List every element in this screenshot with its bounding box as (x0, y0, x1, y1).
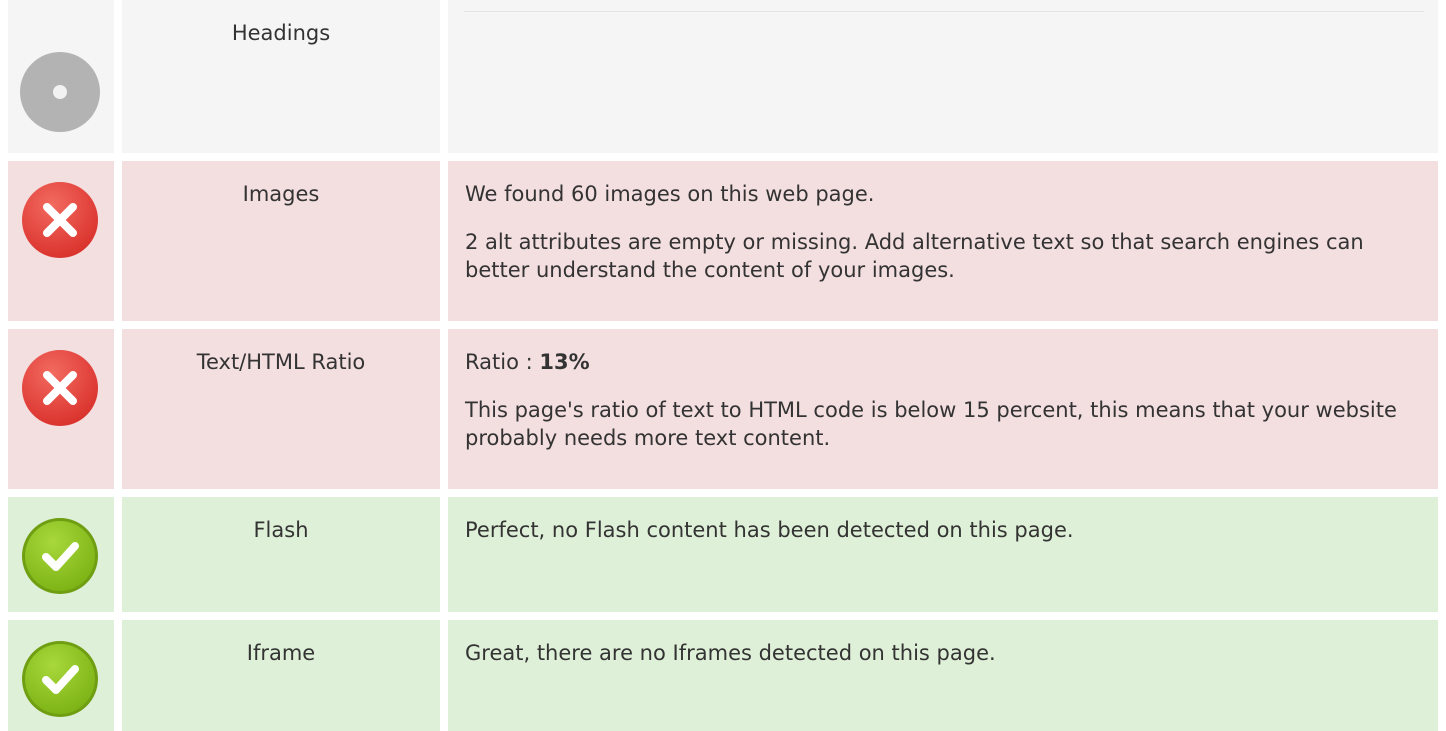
report-row-images: Images We found 60 images on this web pa… (0, 161, 1446, 321)
report-row-flash: Flash Perfect, no Flash content has been… (0, 497, 1446, 612)
flash-result-text: Perfect, no Flash content has been detec… (465, 518, 1074, 542)
success-check-icon (20, 516, 100, 596)
ratio-line: Ratio : 13% (465, 348, 1408, 376)
check-description-cell: Ratio : 13% This page's ratio of text to… (448, 329, 1438, 489)
report-row-headings: Headings (0, 0, 1446, 153)
status-cell (8, 329, 114, 489)
check-name-cell: Iframe (122, 620, 440, 731)
check-description: We found 60 images on this web page. 2 a… (465, 180, 1408, 284)
check-name-cell: Images (122, 161, 440, 321)
ratio-explanation-text: This page's ratio of text to HTML code i… (465, 398, 1397, 450)
check-name: Images (242, 182, 320, 206)
check-name: Text/HTML Ratio (196, 350, 366, 374)
check-description-cell: Great, there are no Iframes detected on … (448, 620, 1438, 731)
check-name: Flash (253, 518, 309, 542)
ratio-value: 13% (539, 350, 590, 374)
images-count-text: We found 60 images on this web page. (465, 182, 875, 206)
check-name-cell: Headings (122, 0, 440, 153)
report-row-text-html-ratio: Text/HTML Ratio Ratio : 13% This page's … (0, 329, 1446, 489)
error-x-icon (20, 348, 100, 428)
status-cell (8, 620, 114, 731)
check-name-cell: Flash (122, 497, 440, 612)
check-description: Great, there are no Iframes detected on … (465, 639, 1408, 667)
neutral-dot-icon (20, 52, 100, 132)
ratio-label: Ratio : (465, 350, 540, 374)
check-description-cell: Perfect, no Flash content has been detec… (448, 497, 1438, 612)
success-check-icon (20, 639, 100, 719)
check-name: Headings (231, 21, 331, 45)
check-description-cell: We found 60 images on this web page. 2 a… (448, 161, 1438, 321)
divider (464, 11, 1424, 12)
alt-attributes-text: 2 alt attributes are empty or missing. A… (465, 230, 1364, 282)
check-description: Perfect, no Flash content has been detec… (465, 516, 1408, 544)
check-description: Ratio : 13% This page's ratio of text to… (465, 348, 1408, 452)
report-row-iframe: Iframe Great, there are no Iframes detec… (0, 620, 1446, 731)
check-name: Iframe (246, 641, 316, 665)
check-name-cell: Text/HTML Ratio (122, 329, 440, 489)
iframe-result-text: Great, there are no Iframes detected on … (465, 641, 996, 665)
status-cell (8, 161, 114, 321)
status-cell (8, 497, 114, 612)
check-description-cell (448, 0, 1438, 153)
status-cell (8, 0, 114, 153)
error-x-icon (20, 180, 100, 260)
